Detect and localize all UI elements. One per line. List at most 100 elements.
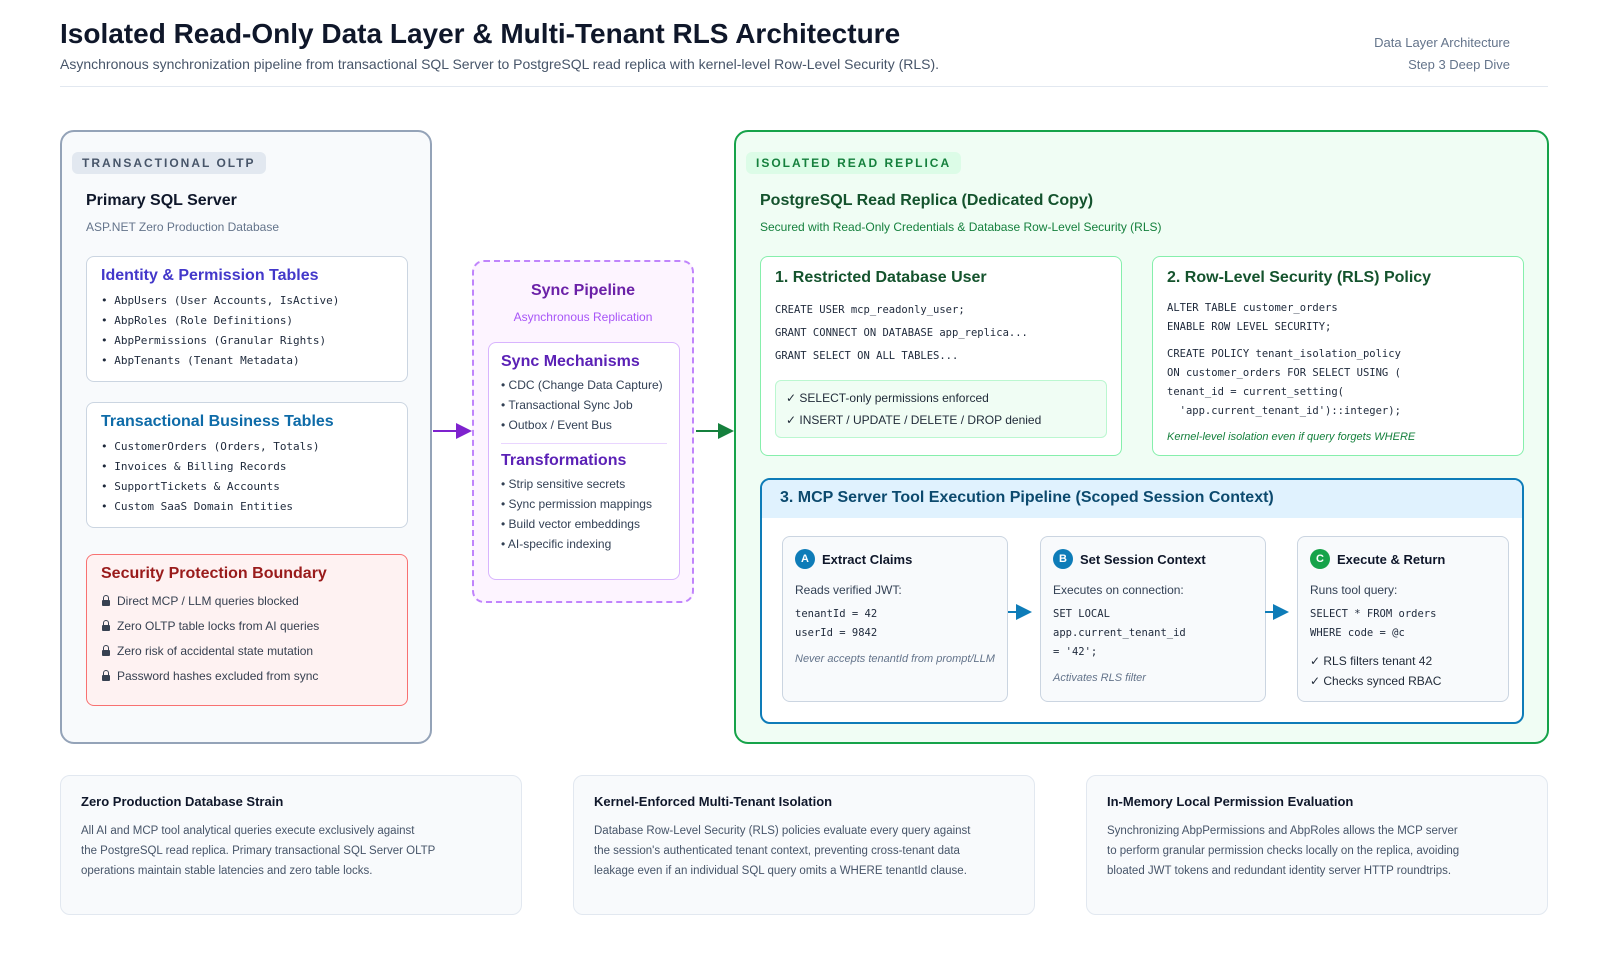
- rls-note: Kernel-level isolation even if query for…: [1167, 431, 1416, 443]
- list-item: AbpPermissions (Granular Rights): [101, 331, 393, 351]
- code-line: CREATE POLICY tenant_isolation_policy: [1167, 348, 1401, 360]
- oltp-title: Primary SQL Server: [86, 192, 237, 209]
- list-item: Direct MCP / LLM queries blocked: [101, 589, 393, 614]
- benefit-line: operations maintain stable latencies and…: [81, 865, 373, 877]
- benefit-line: bloated JWT tokens and redundant identit…: [1107, 865, 1452, 877]
- list-item: CustomerOrders (Orders, Totals): [101, 437, 393, 457]
- business-tables-card: Transactional Business Tables CustomerOr…: [86, 402, 408, 528]
- list-item: AbpRoles (Role Definitions): [101, 311, 393, 331]
- code-line: ENABLE ROW LEVEL SECURITY;: [1167, 321, 1332, 333]
- header-meta: Data Layer Architecture Step 3 Deep Dive: [1374, 32, 1510, 76]
- step-execute-return: C Execute & Return Runs tool query: SELEC…: [1297, 536, 1509, 702]
- header-divider: [60, 86, 1548, 87]
- list-item: Invoices & Billing Records: [101, 457, 393, 477]
- code-line: ALTER TABLE customer_orders: [1167, 302, 1338, 314]
- page-title: Isolated Read-Only Data Layer & Multi-Te…: [60, 18, 901, 49]
- step-note: Activates RLS filter: [1053, 672, 1146, 684]
- header-meta-line2: Step 3 Deep Dive: [1408, 57, 1510, 72]
- step-title: Set Session Context: [1080, 551, 1206, 567]
- rls-policy-title: 2. Row-Level Security (RLS) Policy: [1167, 269, 1432, 286]
- oltp-tag: TRANSACTIONAL OLTP: [72, 152, 266, 174]
- replica-tag: ISOLATED READ REPLICA: [746, 152, 962, 174]
- replica-container: ISOLATED READ REPLICA PostgreSQL Read Re…: [734, 130, 1549, 744]
- code-line: ON customer_orders FOR SELECT USING (: [1167, 367, 1401, 379]
- step-code: SELECT * FROM orders WHERE code = @c: [1310, 608, 1437, 639]
- benefit-line: to perform granular permission checks lo…: [1107, 845, 1460, 857]
- step-text: Runs tool query:: [1310, 583, 1398, 597]
- step-set-session-context: B Set Session Context Executes on connect…: [1040, 536, 1266, 702]
- step-code: SET LOCAL app.current_tenant_id = '42';: [1053, 608, 1186, 658]
- list-item: Sync permission mappings: [501, 494, 667, 514]
- list-item: Custom SaaS Domain Entities: [101, 497, 393, 517]
- step-text: Executes on connection:: [1053, 583, 1184, 597]
- benefit-line: the PostgreSQL read replica. Primary tra…: [81, 845, 436, 857]
- list-item: SupportTickets & Accounts: [101, 477, 393, 497]
- step-title: Execute & Return: [1337, 551, 1446, 567]
- oltp-container: TRANSACTIONAL OLTP Primary SQL Server AS…: [60, 130, 432, 744]
- benefit-line: leakage even if an individual SQL query …: [594, 865, 967, 877]
- rls-policy-card: 2. Row-Level Security (RLS) Policy ALTER…: [1152, 256, 1524, 456]
- benefit-line: Synchronizing AbpPermissions and AbpRole…: [1107, 825, 1458, 837]
- replica-title: PostgreSQL Read Replica (Dedicated Copy): [760, 192, 1094, 209]
- benefit-title: Zero Production Database Strain: [81, 794, 284, 809]
- security-boundary-title: Security Protection Boundary: [101, 565, 327, 582]
- security-boundary-card: Security Protection Boundary Direct MCP …: [86, 554, 408, 706]
- lock-icon: [101, 645, 111, 656]
- oltp-subtitle: ASP.NET Zero Production Database: [86, 220, 279, 234]
- sync-mechanisms-title: Sync Mechanisms: [501, 353, 640, 370]
- check-item: ✓ Checks synced RBAC: [1310, 674, 1442, 688]
- sync-pipeline-title: Sync Pipeline: [530, 282, 636, 299]
- sync-pipeline-container: Sync Pipeline Asynchronous Replication S…: [472, 260, 694, 603]
- benefit-line: Database Row-Level Security (RLS) polici…: [594, 825, 971, 837]
- divider: [501, 443, 667, 444]
- check-item: ✓ SELECT-only permissions enforced: [786, 391, 989, 405]
- code-line: tenant_id = current_setting(: [1167, 386, 1345, 398]
- step-extract-claims: A Extract Claims Reads verified JWT: tena…: [782, 536, 1008, 702]
- code-line: GRANT CONNECT ON DATABASE app_replica...: [775, 327, 1028, 339]
- list-item: Strip sensitive secrets: [501, 474, 667, 494]
- list-item: Zero risk of accidental state mutation: [101, 639, 393, 664]
- check-item: ✓ INSERT / UPDATE / DELETE / DROP denied: [786, 413, 1042, 427]
- step-badge-a: A: [795, 549, 815, 569]
- restricted-user-title: 1. Restricted Database User: [775, 269, 987, 286]
- benefit-title: Kernel-Enforced Multi-Tenant Isolation: [594, 794, 833, 809]
- list-item: Zero OLTP table locks from AI queries: [101, 614, 393, 639]
- mcp-pipeline-panel: 3. MCP Server Tool Execution Pipeline (S…: [760, 478, 1524, 724]
- identity-tables-card: Identity & Permission Tables AbpUsers (U…: [86, 256, 408, 382]
- sync-details-card: Sync Mechanisms CDC (Change Data Capture…: [488, 342, 680, 580]
- sync-pipeline-subtitle: Asynchronous Replication: [513, 310, 653, 324]
- benefit-card: In-Memory Local Permission Evaluation Sy…: [1086, 775, 1548, 915]
- check-item: ✓ RLS filters tenant 42: [1310, 654, 1433, 668]
- code-line: 'app.current_tenant_id')::integer);: [1167, 405, 1401, 417]
- step-code: tenantId = 42 userId = 9842: [795, 608, 878, 639]
- benefit-card: Zero Production Database Strain All AI a…: [60, 775, 522, 915]
- lock-icon: [101, 670, 111, 681]
- list-item: CDC (Change Data Capture): [501, 375, 667, 395]
- restricted-user-card: 1. Restricted Database User CREATE USER …: [760, 256, 1122, 456]
- page-subtitle: Asynchronous synchronization pipeline fr…: [60, 56, 940, 72]
- benefit-line: the session's authenticated tenant conte…: [594, 845, 960, 857]
- benefit-title: In-Memory Local Permission Evaluation: [1107, 794, 1354, 809]
- header-meta-line1: Data Layer Architecture: [1374, 35, 1510, 50]
- list-item: AI-specific indexing: [501, 534, 667, 554]
- list-item: Transactional Sync Job: [501, 395, 667, 415]
- step-text: Reads verified JWT:: [795, 583, 902, 597]
- transformations-title: Transformations: [501, 452, 627, 469]
- lock-icon: [101, 620, 111, 631]
- lock-icon: [101, 595, 111, 606]
- replica-subtitle: Secured with Read-Only Credentials & Dat…: [760, 220, 1162, 234]
- list-item: Password hashes excluded from sync: [101, 664, 393, 689]
- step-title: Extract Claims: [822, 551, 913, 567]
- code-line: GRANT SELECT ON ALL TABLES...: [775, 350, 959, 362]
- benefit-line: All AI and MCP tool analytical queries e…: [81, 825, 415, 837]
- list-item: AbpUsers (User Accounts, IsActive): [101, 291, 393, 311]
- step-badge-b: B: [1053, 549, 1073, 569]
- business-tables-title: Transactional Business Tables: [101, 413, 334, 430]
- code-line: CREATE USER mcp_readonly_user;: [775, 304, 965, 316]
- permission-checks: ✓ SELECT-only permissions enforced ✓ INS…: [775, 380, 1107, 438]
- benefit-card: Kernel-Enforced Multi-Tenant Isolation D…: [573, 775, 1035, 915]
- step-note: Never accepts tenantId from prompt/LLM: [795, 653, 995, 665]
- identity-tables-title: Identity & Permission Tables: [101, 267, 319, 284]
- step-badge-c: C: [1310, 549, 1330, 569]
- list-item: Build vector embeddings: [501, 514, 667, 534]
